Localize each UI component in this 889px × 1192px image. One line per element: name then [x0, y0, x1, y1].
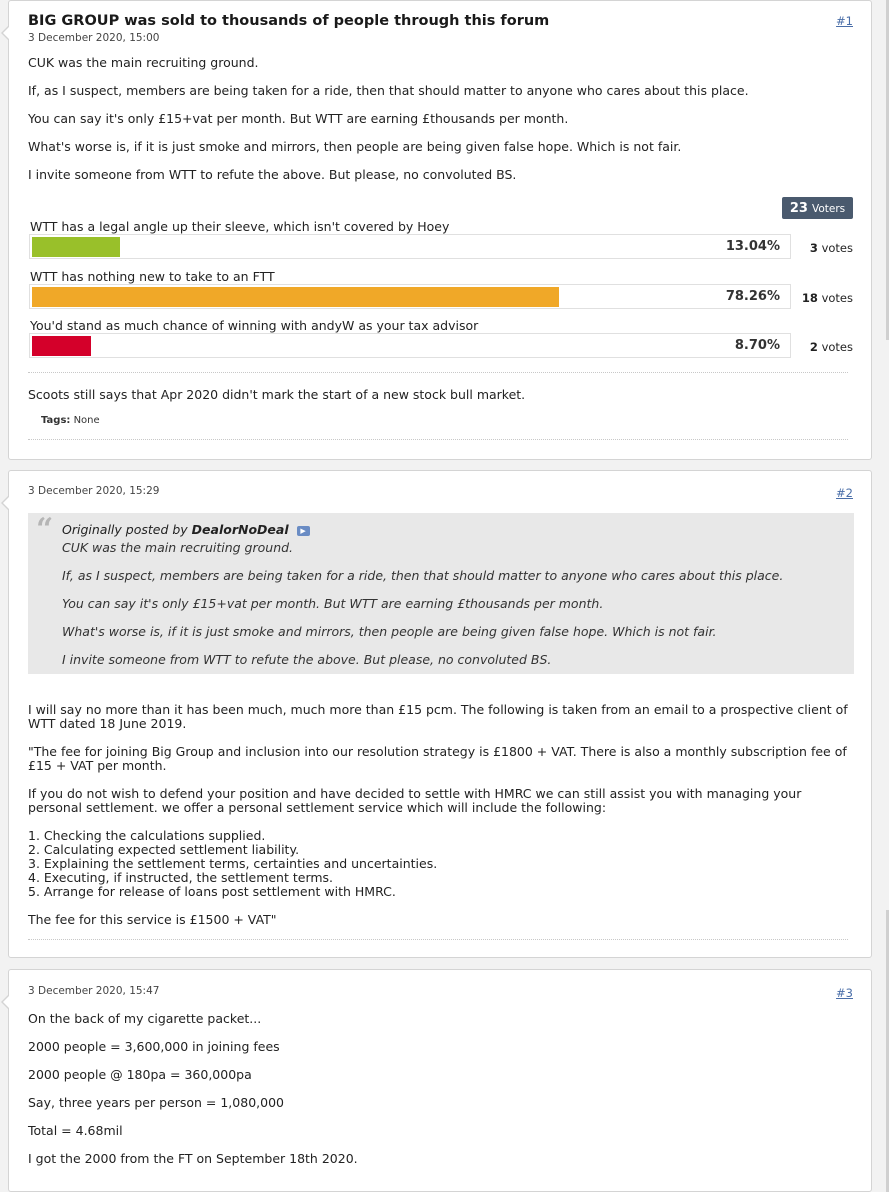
- poll-option-text: You'd stand as much chance of winning wi…: [30, 318, 479, 333]
- poll-votes-count: 18: [801, 291, 818, 305]
- post-date: 3 December 2020, 15:47: [28, 985, 160, 997]
- poll-option-text: WTT has a legal angle up their sleeve, w…: [30, 219, 450, 234]
- poll-option-bar: [32, 237, 120, 257]
- divider: [28, 372, 848, 373]
- quote-author: DealorNoDeal: [191, 522, 289, 537]
- quote-line: You can say it's only £15+vat per month.…: [62, 596, 604, 611]
- post-line: Say, three years per person = 1,080,000: [28, 1095, 284, 1110]
- view-post-icon[interactable]: ▶: [296, 525, 310, 536]
- quote-prefix: Originally posted by: [62, 522, 188, 537]
- quote-block: “ Originally posted by DealorNoDeal ▶ CU…: [28, 513, 854, 674]
- poll-votes-count: 3: [809, 241, 818, 255]
- post-line: On the back of my cigarette packet...: [28, 1011, 262, 1026]
- post-paragraph: I invite someone from WTT to refute the …: [28, 167, 517, 182]
- poll-votes-label: votes: [821, 241, 853, 255]
- voters-count: 23: [789, 201, 808, 216]
- post-paragraph: What's worse is, if it is just smoke and…: [28, 139, 682, 154]
- poll-option-percent: 8.70%: [734, 338, 780, 353]
- quote-line: What's worse is, if it is just smoke and…: [62, 624, 717, 639]
- divider: [28, 939, 848, 940]
- poll-option-bar-track: 8.70%: [29, 333, 791, 358]
- poll-option-votes: 2 votes: [810, 340, 853, 354]
- list-item: 1. Checking the calculations supplied.: [28, 828, 266, 843]
- quote-header: Originally posted by DealorNoDeal ▶: [62, 522, 310, 537]
- quote-mark-icon: “: [36, 512, 54, 547]
- post-paragraph: If, as I suspect, members are being take…: [28, 83, 749, 98]
- divider: [28, 439, 848, 440]
- post-paragraph: If you do not wish to defend your positi…: [28, 786, 802, 815]
- quote-line: CUK was the main recruiting ground.: [62, 540, 294, 555]
- post-paragraph: The fee for this service is £1500 + VAT": [28, 912, 277, 927]
- list-item: 3. Explaining the settlement terms, cert…: [28, 856, 438, 871]
- poll-votes-label: votes: [821, 291, 853, 305]
- voters-label: Voters: [811, 203, 846, 215]
- poll-option-votes: 3 votes: [810, 241, 853, 255]
- quote-line: I invite someone from WTT to refute the …: [62, 652, 552, 667]
- post-number-link[interactable]: #1: [836, 14, 853, 28]
- post-line: 2000 people = 3,600,000 in joining fees: [28, 1039, 280, 1054]
- poll-option-bar-track: 13.04%: [29, 234, 791, 259]
- poll-votes-label: votes: [821, 340, 853, 354]
- poll-option-text: WTT has nothing new to take to an FTT: [30, 269, 275, 284]
- post-1: BIG GROUP was sold to thousands of peopl…: [1, 0, 872, 460]
- service-list: 1. Checking the calculations supplied. 2…: [28, 829, 437, 899]
- tags-value: None: [73, 415, 100, 426]
- post-paragraph: CUK was the main recruiting ground.: [28, 55, 259, 70]
- post-3: 3 December 2020, 15:47 #3 On the back of…: [1, 969, 872, 1192]
- voters-badge: 23 Voters: [782, 197, 853, 219]
- poll-option-percent: 78.26%: [725, 289, 780, 304]
- list-item: 5. Arrange for release of loans post set…: [28, 884, 396, 899]
- post-line: Total = 4.68mil: [28, 1123, 123, 1138]
- post-paragraph: You can say it's only £15+vat per month.…: [28, 111, 569, 126]
- post-tags: Tags: None: [41, 415, 100, 426]
- post-paragraph: I will say no more than it has been much…: [28, 702, 848, 731]
- post-signature: Scoots still says that Apr 2020 didn't m…: [28, 387, 526, 402]
- post-paragraph: "The fee for joining Big Group and inclu…: [28, 744, 847, 773]
- thread-title: BIG GROUP was sold to thousands of peopl…: [28, 13, 550, 29]
- post-date: 3 December 2020, 15:00: [28, 32, 160, 44]
- post-2: 3 December 2020, 15:29 #2 “ Originally p…: [1, 470, 872, 958]
- post-date: 3 December 2020, 15:29: [28, 485, 160, 497]
- poll-option-bar-track: 78.26%: [29, 284, 791, 309]
- quote-line: If, as I suspect, members are being take…: [62, 568, 784, 583]
- poll-option-bar: [32, 287, 559, 307]
- post-line: 2000 people @ 180pa = 360,000pa: [28, 1067, 252, 1082]
- poll-votes-count: 2: [809, 340, 818, 354]
- post-number-link[interactable]: #2: [836, 486, 853, 500]
- poll-option-votes: 18 votes: [802, 291, 853, 305]
- tags-label: Tags:: [41, 415, 71, 426]
- list-item: 4. Executing, if instructed, the settlem…: [28, 870, 334, 885]
- post-number-link[interactable]: #3: [836, 986, 853, 1000]
- poll-option-percent: 13.04%: [725, 239, 780, 254]
- list-item: 2. Calculating expected settlement liabi…: [28, 842, 300, 857]
- poll-option-bar: [32, 336, 91, 356]
- post-line: I got the 2000 from the FT on September …: [28, 1151, 358, 1166]
